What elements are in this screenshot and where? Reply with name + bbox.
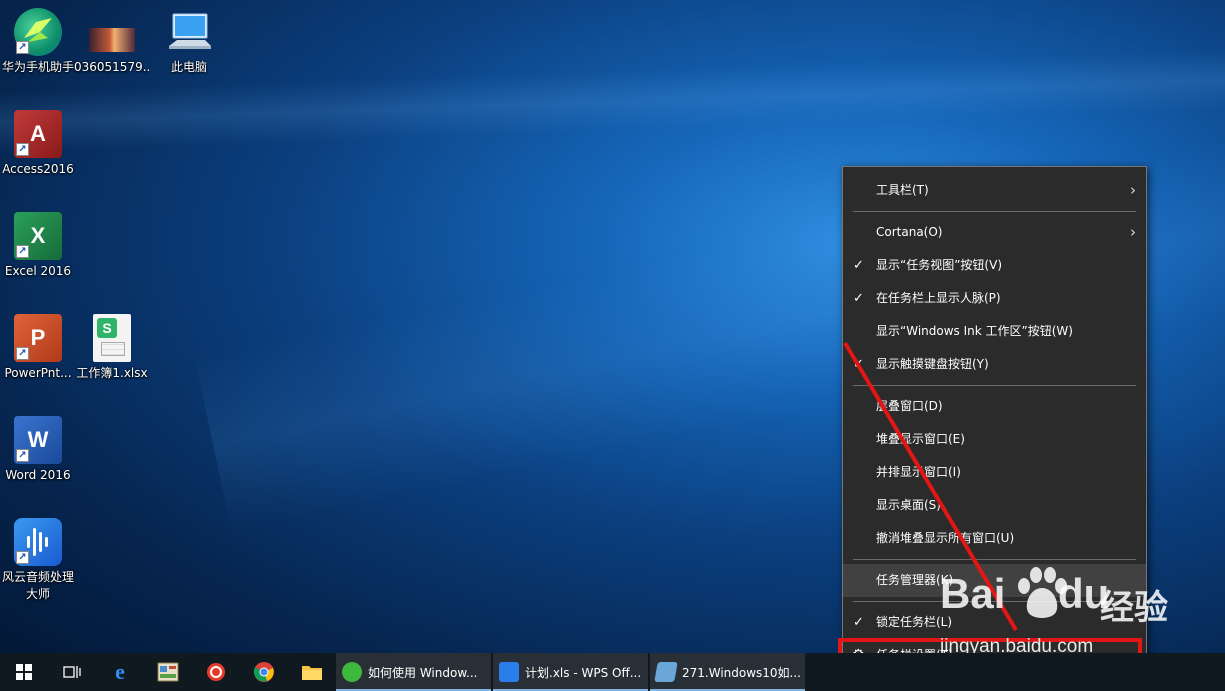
word-icon: W ↗ xyxy=(14,416,62,464)
this-pc-icon xyxy=(165,8,213,56)
taskbar-pin-file-explorer[interactable] xyxy=(288,653,336,691)
menu-item-show-desktop[interactable]: 显示桌面(S) xyxy=(843,489,1146,522)
menu-item-label: 工具栏(T) xyxy=(876,183,929,197)
windows-logo-icon xyxy=(16,664,32,680)
menu-item-label: 显示桌面(S) xyxy=(876,498,941,512)
folder-icon xyxy=(302,666,322,680)
wps-sheet-icon: S xyxy=(93,314,131,362)
checkmark-icon: ✓ xyxy=(853,291,864,306)
menu-item-label: 堆叠显示窗口(E) xyxy=(876,432,965,446)
checkmark-icon: ✓ xyxy=(853,258,864,273)
icon-label: Access2016 xyxy=(2,162,74,176)
taskbar-app-wps[interactable]: 计划.xls - WPS Off... xyxy=(493,653,648,691)
edge-icon: e xyxy=(115,659,125,684)
menu-item-show-touch-keyboard[interactable]: ✓ 显示触摸键盘按钮(Y) xyxy=(843,348,1146,381)
taskbar-app-notepad[interactable]: 271.Windows10如... xyxy=(650,653,805,691)
shortcut-arrow-icon: ↗ xyxy=(16,347,29,360)
menu-item-cortana[interactable]: Cortana(O) › xyxy=(843,216,1146,249)
app-glyph: S xyxy=(102,320,112,336)
taskbar-app-label: 如何使用 Window... xyxy=(368,665,478,680)
menu-item-stack-windows[interactable]: 堆叠显示窗口(E) xyxy=(843,423,1146,456)
taskbar-pin-control-panel[interactable] xyxy=(144,653,192,691)
browser-360-icon xyxy=(342,662,362,682)
menu-item-show-task-view[interactable]: ✓ 显示“任务视图”按钮(V) xyxy=(843,249,1146,282)
menu-item-show-windows-ink[interactable]: 显示“Windows Ink 工作区”按钮(W) xyxy=(843,315,1146,348)
menu-item-label: 撤消堆叠显示所有窗口(U) xyxy=(876,531,1015,545)
menu-item-cascade-windows[interactable]: 层叠窗口(D) xyxy=(843,390,1146,423)
icon-label: Word 2016 xyxy=(5,468,71,482)
icon-label: 036051579... xyxy=(74,60,150,74)
desktop-icon-workbook[interactable]: S 工作簿1.xlsx xyxy=(74,314,150,382)
notepad-icon xyxy=(654,662,678,682)
wps-icon xyxy=(499,662,519,682)
task-view-button[interactable] xyxy=(48,653,96,691)
icon-label: 工作簿1.xlsx xyxy=(76,366,148,380)
menu-item-undo-stack[interactable]: 撤消堆叠显示所有窗口(U) xyxy=(843,522,1146,555)
taskbar-app-browser[interactable]: 如何使用 Window... xyxy=(336,653,491,691)
checkmark-icon: ✓ xyxy=(853,357,864,372)
menu-item-toolbars[interactable]: 工具栏(T) › xyxy=(843,174,1146,207)
menu-item-label: 显示“任务视图”按钮(V) xyxy=(876,258,1003,272)
desktop-icon-image[interactable]: 036051579... xyxy=(74,8,150,76)
taskbar-pin-snail[interactable] xyxy=(192,653,240,691)
icon-label: 华为手机助手 xyxy=(1,60,74,74)
icon-label: PowerPnt... xyxy=(4,366,72,380)
icon-label: 此电脑 xyxy=(170,60,207,74)
menu-item-label: 在任务栏上显示人脉(P) xyxy=(876,291,1001,305)
menu-item-label: 显示“Windows Ink 工作区”按钮(W) xyxy=(876,324,1073,338)
image-thumbnail-icon xyxy=(89,28,135,52)
icon-label: Excel 2016 xyxy=(4,264,72,278)
menu-item-side-by-side[interactable]: 并排显示窗口(I) xyxy=(843,456,1146,489)
taskbar-app-label: 计划.xls - WPS Off... xyxy=(525,665,642,680)
control-panel-icon xyxy=(157,662,179,682)
shortcut-arrow-icon: ↗ xyxy=(16,449,29,462)
shortcut-arrow-icon: ↗ xyxy=(16,41,29,54)
taskbar-pin-edge[interactable]: e xyxy=(96,653,144,691)
chrome-icon xyxy=(253,662,274,682)
taskbar-app-label: 271.Windows10如... xyxy=(682,665,801,680)
menu-separator xyxy=(853,385,1136,386)
desktop-icon-audio[interactable]: ↗ 风云音频处理大师 xyxy=(0,518,76,603)
menu-item-label: 显示触摸键盘按钮(Y) xyxy=(876,357,989,371)
shortcut-arrow-icon: ↗ xyxy=(16,551,29,564)
watermark-brand-cn: 经验 xyxy=(1100,588,1168,628)
chevron-right-icon: › xyxy=(1130,181,1136,199)
desktop-icon-this-pc[interactable]: 此电脑 xyxy=(151,8,227,76)
desktop-icon-excel[interactable]: X ↗ Excel 2016 xyxy=(0,212,76,280)
taskbar: e 如何使用 Window... 计划.xls - WPS Off... 271… xyxy=(0,653,1225,691)
icon-label: 风云音频处理大师 xyxy=(1,570,74,601)
shortcut-arrow-icon: ↗ xyxy=(16,245,29,258)
desktop-icon-powerpoint[interactable]: P ↗ PowerPnt... xyxy=(0,314,76,382)
task-view-icon xyxy=(63,666,81,678)
menu-item-label: 并排显示窗口(I) xyxy=(876,465,961,479)
snail-app-icon xyxy=(207,663,225,681)
baidu-watermark: Bai du 经验 jingyan.baidu.com xyxy=(940,560,1180,660)
checkmark-icon: ✓ xyxy=(853,615,864,630)
start-button[interactable] xyxy=(0,653,48,691)
menu-item-label: 层叠窗口(D) xyxy=(876,399,943,413)
audio-editor-icon: ↗ xyxy=(14,518,62,566)
desktop-icon-huawei[interactable]: ↗ 华为手机助手 xyxy=(0,8,76,76)
shortcut-arrow-icon: ↗ xyxy=(16,143,29,156)
access-icon: A ↗ xyxy=(14,110,62,158)
menu-item-label: Cortana(O) xyxy=(876,225,943,239)
chevron-right-icon: › xyxy=(1130,223,1136,241)
watermark-brand-left: Bai xyxy=(940,570,1006,617)
huawei-assistant-icon: ↗ xyxy=(14,8,62,56)
taskbar-pin-chrome[interactable] xyxy=(240,653,288,691)
menu-item-show-people[interactable]: ✓ 在任务栏上显示人脉(P) xyxy=(843,282,1146,315)
powerpoint-icon: P ↗ xyxy=(14,314,62,362)
desktop-icon-word[interactable]: W ↗ Word 2016 xyxy=(0,416,76,484)
desktop-icon-access[interactable]: A ↗ Access2016 xyxy=(0,110,76,178)
menu-separator xyxy=(853,211,1136,212)
excel-icon: X ↗ xyxy=(14,212,62,260)
